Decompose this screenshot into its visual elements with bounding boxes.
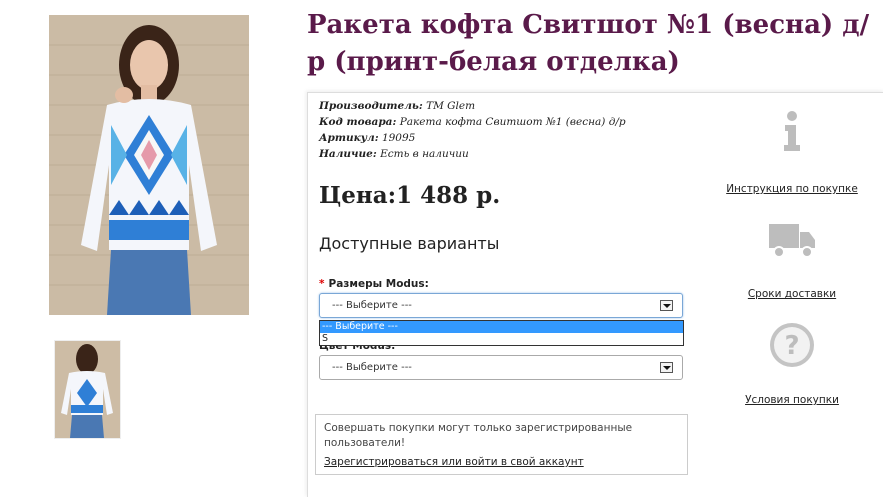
article-value: 19095 [381,132,416,144]
size-select[interactable]: --- Выберите --- [319,293,683,318]
article-label: Артикул: [319,132,379,144]
color-select[interactable]: --- Выберите --- [319,355,683,380]
svg-text:?: ? [784,331,799,361]
terms-block[interactable]: ? Условия покупки [722,322,862,406]
delivery-link[interactable]: Сроки доставки [722,288,862,300]
product-code-label: Код товара: [319,116,397,128]
question-icon: ? [770,323,814,367]
delivery-block[interactable]: Сроки доставки [722,220,862,300]
variants-heading: Доступные варианты [319,234,500,253]
size-option[interactable]: --- Выберите --- [320,321,683,333]
registration-notice: Совершать покупки могут только зарегистр… [315,414,688,475]
login-register-link[interactable]: Зарегистрироваться или войти в свой акка… [324,455,584,470]
manufacturer-label: Производитель: [319,100,423,112]
manufacturer-value: TM Glem [426,100,476,112]
size-option[interactable]: S [320,333,683,345]
product-main-image[interactable] [49,15,249,315]
size-label: * Размеры Modus: [319,278,429,290]
product-code-value: Ракета кофта Свитшот №1 (весна) д/р [399,116,626,128]
notice-text: Совершать покупки могут только зарегистр… [324,422,633,449]
instructions-block[interactable]: Инструкция по покупке [722,110,862,195]
size-label-text: Размеры Modus: [328,278,429,290]
color-select-value: --- Выберите --- [332,362,412,373]
required-marker: * [319,278,325,290]
stock-row: Наличие: Есть в наличии [319,146,626,162]
truck-icon [769,224,815,258]
size-select-value: --- Выберите --- [332,300,412,311]
article-row: Артикул: 19095 [319,130,626,146]
terms-link[interactable]: Условия покупки [722,394,862,406]
product-code-row: Код товара: Ракета кофта Свитшот №1 (вес… [319,114,626,130]
info-icon [784,111,800,151]
stock-value: Есть в наличии [380,148,469,160]
stock-label: Наличие: [319,148,377,160]
product-price: Цена:1 488 р. [319,182,501,209]
instructions-link[interactable]: Инструкция по покупке [722,183,862,195]
product-meta: Производитель: TM Glem Код товара: Ракет… [319,98,626,162]
manufacturer-row: Производитель: TM Glem [319,98,626,114]
size-dropdown-list[interactable]: --- Выберите --- S [319,320,684,346]
chevron-down-icon[interactable] [660,300,673,311]
product-title: Ракета кофта Свитшот №1 (весна) д/р (при… [307,10,870,77]
product-thumbnail[interactable] [54,340,121,439]
chevron-down-icon[interactable] [660,362,673,373]
